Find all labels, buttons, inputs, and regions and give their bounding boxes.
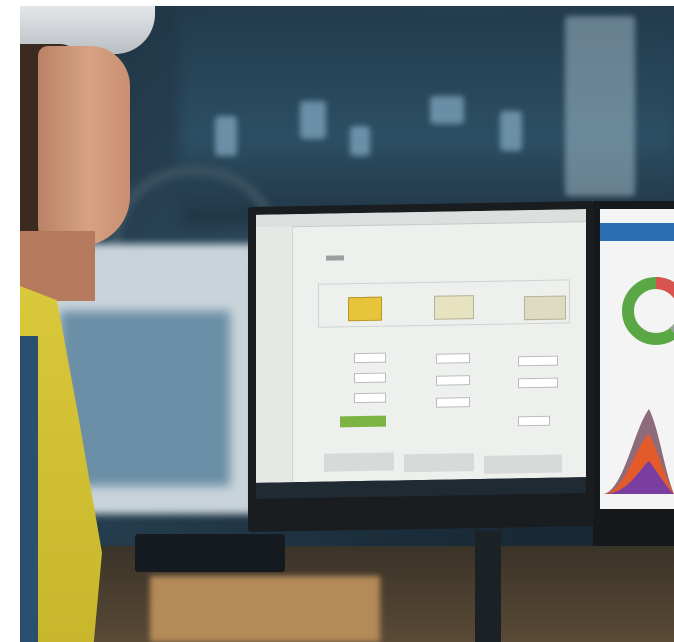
form-field [436, 375, 470, 386]
form-field [436, 397, 470, 408]
form-field [518, 415, 550, 427]
display-3-icon [524, 295, 566, 321]
display-1-icon [348, 296, 382, 322]
desk-box [150, 576, 380, 642]
bokeh-light [500, 111, 522, 151]
keyboard [135, 534, 285, 572]
photo [20, 6, 674, 642]
left-monitor-screen [256, 209, 586, 483]
dashboard-header [600, 223, 674, 241]
worker-face [38, 46, 130, 246]
bokeh-light [430, 96, 464, 124]
display-2-icon [434, 295, 474, 320]
sidebar [256, 226, 293, 483]
bokeh-light [565, 16, 635, 196]
area-chart [604, 409, 674, 494]
form-field [518, 355, 558, 367]
bottom-tab [324, 452, 394, 472]
form-field [354, 352, 386, 364]
bottom-tab [404, 453, 474, 473]
form-field [354, 372, 386, 384]
donut-chart [622, 277, 674, 345]
bokeh-light [350, 126, 370, 156]
bokeh-light [300, 101, 326, 139]
apply-button [340, 415, 386, 428]
form-field [354, 392, 386, 404]
bottom-tab [484, 454, 562, 474]
monitor-stand [475, 531, 501, 642]
worker-shirt [20, 336, 38, 642]
form-field [436, 353, 470, 364]
right-monitor-screen [600, 209, 674, 509]
section-header [326, 255, 344, 261]
form-field [518, 377, 558, 389]
bokeh-light [215, 116, 237, 156]
